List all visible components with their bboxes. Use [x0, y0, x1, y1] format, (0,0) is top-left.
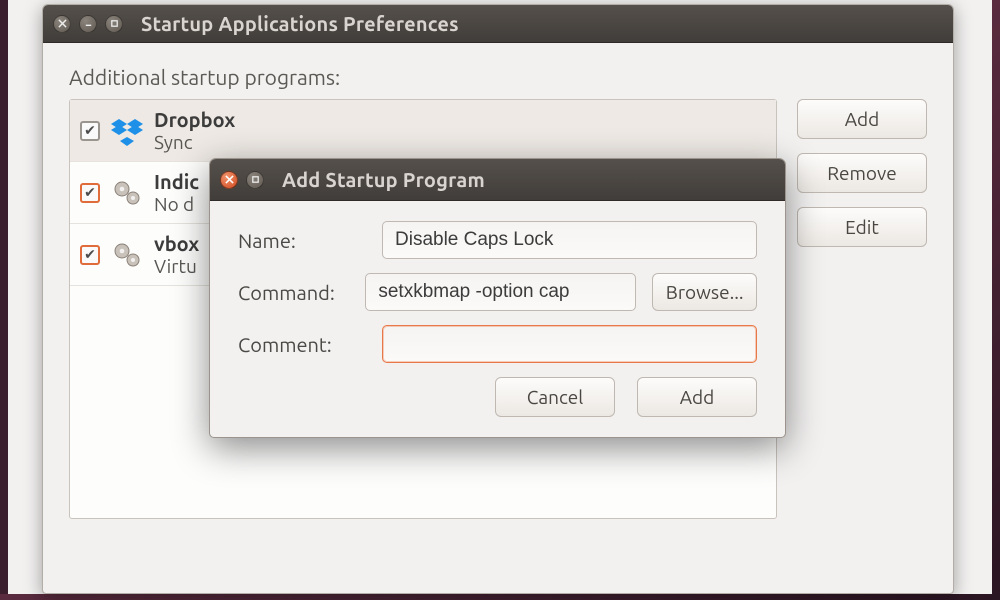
add-button[interactable]: Add [797, 99, 927, 139]
gears-icon [110, 238, 144, 272]
side-buttons: Add Remove Edit [797, 99, 927, 247]
name-input[interactable] [382, 221, 757, 259]
browse-button[interactable]: Browse... [652, 273, 757, 311]
remove-button[interactable]: Remove [797, 153, 927, 193]
maximize-icon[interactable] [105, 15, 123, 33]
command-label: Command: [238, 281, 349, 304]
main-titlebar[interactable]: Startup Applications Preferences [43, 5, 953, 43]
gears-icon [110, 176, 144, 210]
section-label: Additional startup programs: [69, 65, 927, 89]
add-startup-program-dialog: Add Startup Program Name: Command: Brows… [209, 158, 786, 438]
minimize-icon[interactable] [79, 15, 97, 33]
item-subtitle: Virtu [154, 255, 199, 277]
dialog-title: Add Startup Program [282, 168, 485, 191]
maximize-icon[interactable] [246, 171, 264, 189]
command-input[interactable] [365, 273, 636, 311]
checkbox[interactable]: ✔ [80, 121, 100, 141]
checkbox[interactable]: ✔ [80, 245, 100, 265]
cancel-button[interactable]: Cancel [495, 377, 615, 417]
close-icon[interactable] [220, 171, 238, 189]
item-title: Dropbox [154, 108, 235, 131]
item-title: vbox [154, 232, 199, 255]
main-window-title: Startup Applications Preferences [141, 12, 459, 35]
dialog-add-button[interactable]: Add [637, 377, 757, 417]
list-item[interactable]: ✔ Dropbox Sync [70, 100, 776, 162]
edit-button[interactable]: Edit [797, 207, 927, 247]
checkbox[interactable]: ✔ [80, 183, 100, 203]
comment-input[interactable] [382, 325, 757, 363]
dropbox-icon [110, 114, 144, 148]
dialog-body: Name: Command: Browse... Comment: Cancel… [210, 201, 785, 437]
item-subtitle: No d [154, 193, 199, 215]
item-subtitle: Sync [154, 131, 235, 153]
comment-label: Comment: [238, 333, 366, 356]
item-title: Indic [154, 170, 199, 193]
name-label: Name: [238, 229, 366, 252]
dialog-titlebar[interactable]: Add Startup Program [210, 159, 785, 201]
close-icon[interactable] [53, 15, 71, 33]
